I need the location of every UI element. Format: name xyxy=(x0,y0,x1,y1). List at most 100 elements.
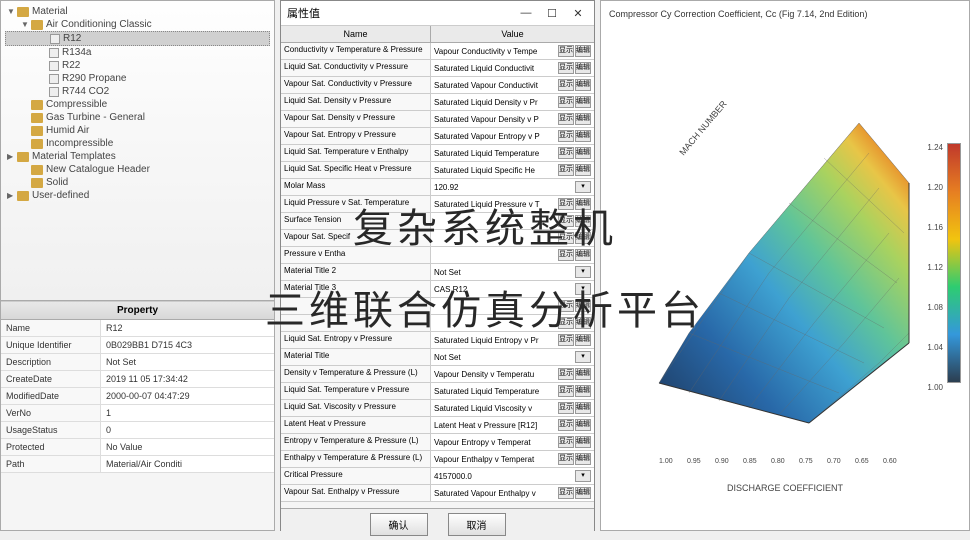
grid-row[interactable]: Material Title 3CAS R12▾ xyxy=(281,281,594,298)
grid-row[interactable]: Enthalpy v Temperature & Pressure (L)Vap… xyxy=(281,451,594,468)
edit-button[interactable]: 编辑 xyxy=(575,45,591,57)
edit-button[interactable]: 编辑 xyxy=(575,317,591,329)
grid-row[interactable]: Material TitleNot Set▾ xyxy=(281,349,594,366)
cancel-button[interactable]: 取消 xyxy=(448,513,506,536)
dropdown-icon[interactable]: ▾ xyxy=(575,470,591,482)
show-button[interactable]: 显示 xyxy=(558,402,574,414)
grid-row[interactable]: Molar Mass120.92▾ xyxy=(281,179,594,196)
show-button[interactable]: 显示 xyxy=(558,368,574,380)
grid-row[interactable]: Vapour Sat. Enthalpy v PressureSaturated… xyxy=(281,485,594,502)
edit-button[interactable]: 编辑 xyxy=(575,419,591,431)
show-button[interactable]: 显示 xyxy=(558,113,574,125)
tree-item-material[interactable]: ▼Material xyxy=(5,5,270,18)
show-button[interactable]: 显示 xyxy=(558,45,574,57)
grid-row[interactable]: 显示编辑 xyxy=(281,315,594,332)
grid-row[interactable]: Surface Tension显示编辑 xyxy=(281,213,594,230)
material-tree[interactable]: ▼Material▼Air Conditioning ClassicR12R13… xyxy=(1,1,274,301)
grid-row[interactable]: 显示编辑 xyxy=(281,298,594,315)
grid-row[interactable]: Liquid Sat. Viscosity v PressureSaturate… xyxy=(281,400,594,417)
edit-button[interactable]: 编辑 xyxy=(575,215,591,227)
tree-item-incompressible[interactable]: Incompressible xyxy=(5,137,270,150)
edit-button[interactable]: 编辑 xyxy=(575,62,591,74)
show-button[interactable]: 显示 xyxy=(558,487,574,499)
show-button[interactable]: 显示 xyxy=(558,198,574,210)
show-button[interactable]: 显示 xyxy=(558,232,574,244)
grid-row[interactable]: Liquid Sat. Temperature v EnthalpySatura… xyxy=(281,145,594,162)
tree-item-r290-propane[interactable]: R290 Propane xyxy=(5,72,270,85)
tree-item-gas-turbine---general[interactable]: Gas Turbine - General xyxy=(5,111,270,124)
show-button[interactable]: 显示 xyxy=(558,62,574,74)
edit-button[interactable]: 编辑 xyxy=(575,79,591,91)
show-button[interactable]: 显示 xyxy=(558,317,574,329)
ok-button[interactable]: 确认 xyxy=(370,513,428,536)
grid-row[interactable]: Liquid Sat. Conductivity v PressureSatur… xyxy=(281,60,594,77)
edit-button[interactable]: 编辑 xyxy=(575,147,591,159)
show-button[interactable]: 显示 xyxy=(558,147,574,159)
grid-row[interactable]: Liquid Sat. Entropy v PressureSaturated … xyxy=(281,332,594,349)
show-button[interactable]: 显示 xyxy=(558,334,574,346)
grid-row[interactable]: Liquid Pressure v Sat. TemperatureSatura… xyxy=(281,196,594,213)
show-button[interactable]: 显示 xyxy=(558,300,574,312)
edit-button[interactable]: 编辑 xyxy=(575,436,591,448)
edit-button[interactable]: 编辑 xyxy=(575,164,591,176)
edit-button[interactable]: 编辑 xyxy=(575,300,591,312)
grid-row[interactable]: Liquid Sat. Density v PressureSaturated … xyxy=(281,94,594,111)
dropdown-icon[interactable]: ▾ xyxy=(575,283,591,295)
dropdown-icon[interactable]: ▾ xyxy=(575,266,591,278)
edit-button[interactable]: 编辑 xyxy=(575,334,591,346)
tree-item-r12[interactable]: R12 xyxy=(5,31,270,46)
edit-button[interactable]: 编辑 xyxy=(575,130,591,142)
edit-button[interactable]: 编辑 xyxy=(575,232,591,244)
grid-row[interactable]: Vapour Sat. Entropy v PressureSaturated … xyxy=(281,128,594,145)
minimize-button[interactable]: — xyxy=(516,7,536,20)
edit-button[interactable]: 编辑 xyxy=(575,487,591,499)
grid-row[interactable]: Liquid Sat. Temperature v PressureSatura… xyxy=(281,383,594,400)
grid-row[interactable]: Entropy v Temperature & Pressure (L)Vapo… xyxy=(281,434,594,451)
maximize-button[interactable]: ☐ xyxy=(542,7,562,20)
tree-item-compressible[interactable]: Compressible xyxy=(5,98,270,111)
grid-row[interactable]: Liquid Sat. Specific Heat v PressureSatu… xyxy=(281,162,594,179)
edit-button[interactable]: 编辑 xyxy=(575,249,591,261)
grid-row[interactable]: Latent Heat v PressureLatent Heat v Pres… xyxy=(281,417,594,434)
edit-button[interactable]: 编辑 xyxy=(575,368,591,380)
edit-button[interactable]: 编辑 xyxy=(575,113,591,125)
edit-button[interactable]: 编辑 xyxy=(575,453,591,465)
property-row: UsageStatus0 xyxy=(1,422,274,439)
colorbar-tick: 1.24 xyxy=(927,143,943,152)
grid-row[interactable]: Vapour Sat. Conductivity v PressureSatur… xyxy=(281,77,594,94)
grid-row[interactable]: Material Title 2Not Set▾ xyxy=(281,264,594,281)
tree-item-new-catalogue-header[interactable]: New Catalogue Header xyxy=(5,163,270,176)
dropdown-icon[interactable]: ▾ xyxy=(575,181,591,193)
grid-body[interactable]: Conductivity v Temperature & PressureVap… xyxy=(281,43,594,508)
tree-item-user-defined[interactable]: ▶User-defined xyxy=(5,189,270,202)
show-button[interactable]: 显示 xyxy=(558,96,574,108)
tree-item-r22[interactable]: R22 xyxy=(5,59,270,72)
grid-row[interactable]: Vapour Sat. Specif显示编辑 xyxy=(281,230,594,247)
show-button[interactable]: 显示 xyxy=(558,215,574,227)
edit-button[interactable]: 编辑 xyxy=(575,198,591,210)
grid-row[interactable]: Density v Temperature & Pressure (L)Vapo… xyxy=(281,366,594,383)
show-button[interactable]: 显示 xyxy=(558,249,574,261)
dropdown-icon[interactable]: ▾ xyxy=(575,351,591,363)
edit-button[interactable]: 编辑 xyxy=(575,402,591,414)
tree-item-material-templates[interactable]: ▶Material Templates xyxy=(5,150,270,163)
grid-row[interactable]: Pressure v Entha显示编辑 xyxy=(281,247,594,264)
show-button[interactable]: 显示 xyxy=(558,164,574,176)
tree-item-r744-co2[interactable]: R744 CO2 xyxy=(5,85,270,98)
close-button[interactable]: ✕ xyxy=(568,7,588,20)
show-button[interactable]: 显示 xyxy=(558,130,574,142)
tree-item-solid[interactable]: Solid xyxy=(5,176,270,189)
grid-row[interactable]: Conductivity v Temperature & PressureVap… xyxy=(281,43,594,60)
show-button[interactable]: 显示 xyxy=(558,385,574,397)
show-button[interactable]: 显示 xyxy=(558,436,574,448)
grid-row[interactable]: Vapour Sat. Density v PressureSaturated … xyxy=(281,111,594,128)
edit-button[interactable]: 编辑 xyxy=(575,96,591,108)
show-button[interactable]: 显示 xyxy=(558,79,574,91)
edit-button[interactable]: 编辑 xyxy=(575,385,591,397)
grid-row[interactable]: Critical Pressure4157000.0▾ xyxy=(281,468,594,485)
show-button[interactable]: 显示 xyxy=(558,419,574,431)
tree-item-humid-air[interactable]: Humid Air xyxy=(5,124,270,137)
tree-item-r134a[interactable]: R134a xyxy=(5,46,270,59)
tree-item-air-conditioning-classic[interactable]: ▼Air Conditioning Classic xyxy=(5,18,270,31)
show-button[interactable]: 显示 xyxy=(558,453,574,465)
